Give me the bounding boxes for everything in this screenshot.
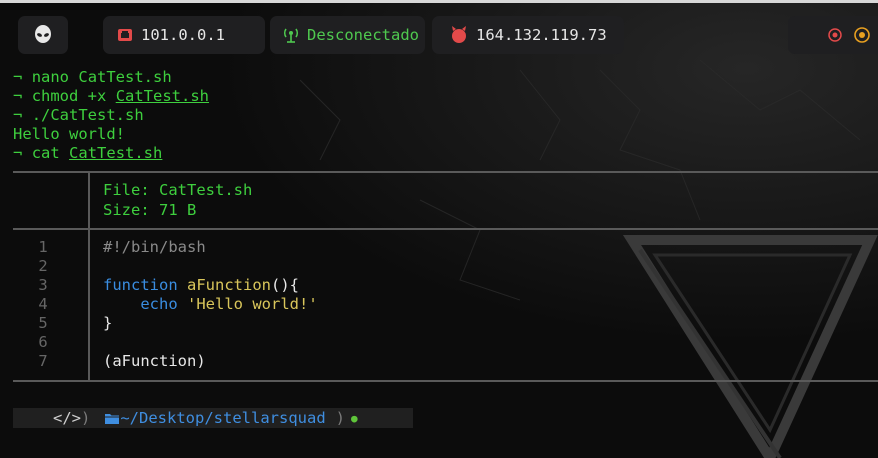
bat-size-label: Size: 71 B [103, 201, 197, 219]
code-line: echo 'Hello world!' [103, 295, 318, 314]
segment-end-paren: ) [335, 409, 345, 427]
command-output: Hello world! [13, 125, 125, 143]
command-arg: CatTest.sh [69, 144, 163, 162]
local-ip-widget[interactable]: 101.0.0.1 [103, 16, 265, 54]
line-number: 2 [38, 257, 48, 275]
alien-icon [34, 25, 52, 45]
command-text: chmod +x [31, 87, 107, 105]
local-ip-text: 101.0.0.1 [141, 26, 225, 44]
string-literal: 'Hello world!' [187, 295, 318, 313]
terminal-line: ¬ chmod +x CatTest.sh [13, 87, 878, 106]
status-dot-icon: ● [351, 411, 358, 425]
prompt-statusline: </> ) ~/Desktop/stellarsquad ) ● [13, 408, 413, 428]
ethernet-icon [117, 27, 133, 43]
status-orange-icon [854, 27, 870, 43]
top-edge-line [0, 0, 878, 3]
code-icon: </> [53, 409, 81, 427]
line-number: 3 [38, 276, 48, 294]
code-line: function aFunction(){ [103, 276, 299, 295]
vpn-status-text: Desconectado [307, 26, 419, 44]
vpn-status-widget[interactable]: Desconectado [270, 16, 425, 54]
terminal-line: ¬ ./CatTest.sh [13, 106, 878, 125]
cwd-dir: stellarsquad [213, 409, 326, 427]
keyword-function: function [103, 276, 178, 294]
bat-header-gutter-rule [88, 172, 90, 228]
prompt-symbol: ¬ [13, 68, 23, 86]
target-ip-widget[interactable]: 164.132.119.73 [432, 16, 624, 54]
terminal-line: ¬ nano CatTest.sh [13, 68, 878, 87]
closing-brace: } [103, 314, 113, 332]
antenna-icon [282, 27, 300, 43]
record-widget[interactable] [788, 16, 878, 54]
command-arg: CatTest.sh [115, 87, 210, 105]
menu-button[interactable] [18, 16, 68, 54]
code-line: (aFunction) [103, 352, 206, 371]
folder-icon [104, 412, 120, 425]
bat-mid-rule [13, 228, 878, 230]
prompt-symbol: ¬ [13, 106, 23, 124]
terminal-output: ¬ nano CatTest.sh ¬ chmod +x CatTest.sh … [13, 68, 878, 163]
echo-builtin: echo [140, 295, 178, 313]
line-number: 1 [38, 238, 48, 256]
bat-code-gutter-rule [88, 229, 90, 380]
prompt-symbol: ¬ [13, 144, 23, 162]
line-number: 5 [38, 314, 48, 332]
line-number: 4 [38, 295, 48, 313]
line-number: 7 [38, 352, 48, 370]
line-number: 6 [38, 333, 48, 351]
command-arg: CatTest.sh [78, 68, 172, 86]
command-text: cat [31, 144, 60, 162]
command-text: ./CatTest.sh [31, 106, 144, 124]
prompt-symbol: ¬ [13, 87, 23, 105]
terminal-line: ¬ cat CatTest.sh [13, 144, 878, 163]
code-line: } [103, 314, 112, 333]
target-ip-text: 164.132.119.73 [476, 26, 607, 44]
shebang: #!/bin/bash [103, 238, 206, 256]
bat-file-label: File: CatTest.sh [103, 181, 253, 199]
command-text: nano [31, 68, 70, 86]
segment-close-paren: ) [81, 409, 91, 427]
bat-top-rule [13, 171, 878, 173]
record-icon [828, 28, 842, 42]
function-name: aFunction [187, 276, 271, 294]
cwd-prefix: ~/Desktop/ [120, 409, 214, 427]
function-call: (aFunction) [103, 352, 206, 370]
target-devil-icon [450, 26, 468, 44]
function-parens: (){ [271, 276, 299, 294]
bat-bottom-rule [13, 380, 878, 382]
code-line: #!/bin/bash [103, 238, 206, 257]
